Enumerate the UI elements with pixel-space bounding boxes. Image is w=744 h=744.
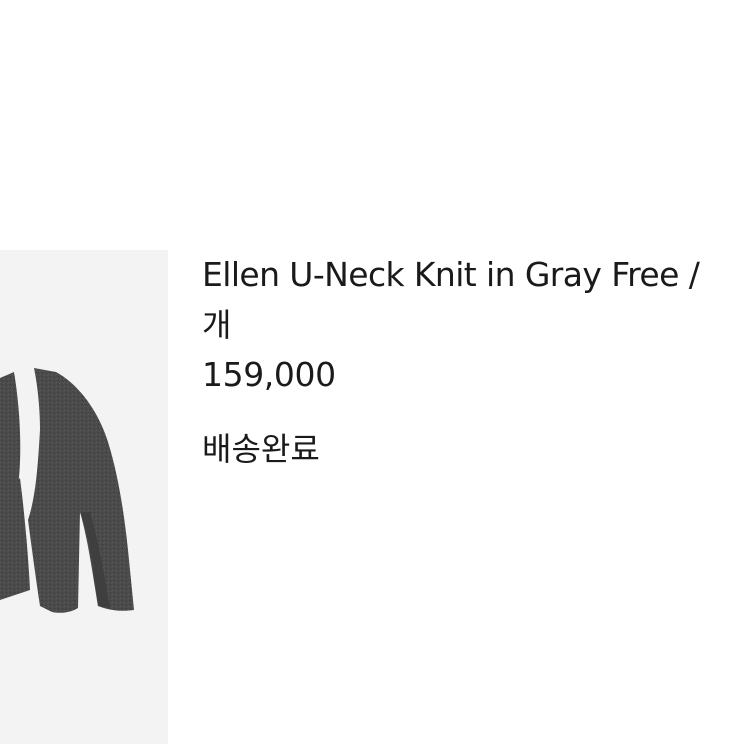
gray-knit-sweater-image	[0, 368, 134, 613]
delivery-status: 배송완료	[202, 430, 320, 468]
product-price: 159,000	[202, 355, 336, 394]
order-item-info: Ellen U-Neck Knit in Gray Free / 개 159,0…	[202, 250, 744, 474]
product-title[interactable]: Ellen U-Neck Knit in Gray Free /	[202, 250, 744, 300]
product-thumbnail[interactable]	[0, 250, 168, 744]
quantity-unit: 개	[202, 306, 232, 344]
